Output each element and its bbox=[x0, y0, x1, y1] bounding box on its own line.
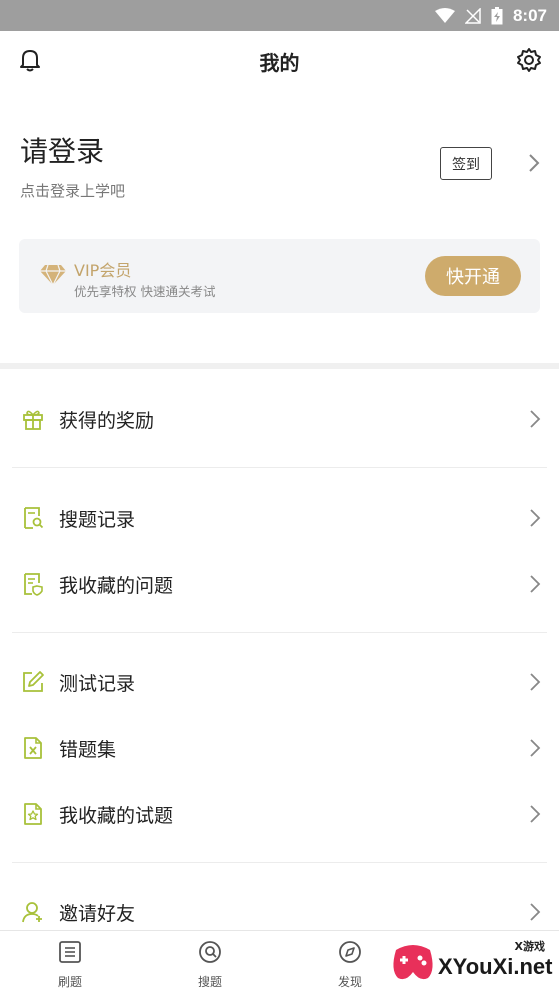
list-icon bbox=[59, 941, 81, 963]
vip-subtitle: 优先享特权 快速通关考试 bbox=[74, 284, 216, 299]
vip-open-button[interactable]: 快开通 bbox=[425, 256, 521, 296]
watermark-top-text: X游戏 bbox=[514, 940, 545, 953]
vip-card[interactable]: VIP会员 优先享特权 快速通关考试 快开通 bbox=[19, 239, 540, 313]
tab-label: 搜题 bbox=[197, 975, 222, 989]
wrong-file-icon bbox=[24, 737, 42, 759]
header: 我的 bbox=[0, 31, 559, 89]
menu-item-label: 搜题记录 bbox=[59, 509, 136, 531]
login-subtitle: 点击登录上学吧 bbox=[20, 182, 126, 200]
menu-item-label: 错题集 bbox=[59, 739, 117, 761]
tab-practice[interactable]: 刷题 bbox=[0, 931, 140, 994]
menu-item-label: 我收藏的问题 bbox=[59, 575, 174, 597]
tab-label: 刷题 bbox=[57, 975, 82, 989]
divider bbox=[12, 862, 547, 863]
menu-item-search-record[interactable]: 搜题记录 bbox=[0, 487, 559, 549]
chevron-right-icon bbox=[530, 673, 541, 691]
invite-friends-icon bbox=[22, 902, 42, 923]
divider bbox=[12, 632, 547, 633]
chevron-right-icon bbox=[530, 575, 541, 593]
divider bbox=[12, 467, 547, 468]
compass-icon bbox=[339, 941, 361, 963]
menu-item-favorite-questions[interactable]: 我收藏的问题 bbox=[0, 553, 559, 615]
watermark-main-text: XYouXi.net bbox=[438, 954, 553, 979]
battery-icon bbox=[491, 6, 503, 24]
gear-icon[interactable] bbox=[516, 47, 542, 73]
vip-title: VIP会员 bbox=[74, 261, 132, 280]
favorite-question-icon bbox=[24, 573, 43, 596]
status-icons: 8:07 bbox=[434, 0, 547, 31]
login-section[interactable]: 请登录 点击登录上学吧 签到 bbox=[0, 110, 559, 220]
search-record-icon bbox=[24, 507, 44, 529]
menu-item-label: 邀请好友 bbox=[59, 903, 136, 925]
menu-item-rewards[interactable]: 获得的奖励 bbox=[0, 388, 559, 450]
signal-icon bbox=[464, 7, 481, 24]
login-title[interactable]: 请登录 bbox=[20, 130, 104, 170]
chevron-right-icon bbox=[530, 509, 541, 527]
menu-item-label: 获得的奖励 bbox=[59, 410, 155, 432]
tab-search[interactable]: 搜题 bbox=[140, 931, 280, 994]
gamepad-logo-icon bbox=[393, 945, 433, 980]
chevron-right-icon[interactable] bbox=[524, 153, 544, 173]
chevron-right-icon bbox=[530, 903, 541, 921]
search-icon bbox=[199, 941, 221, 963]
status-bar: 8:07 bbox=[0, 0, 559, 31]
gift-icon bbox=[23, 410, 43, 430]
signin-button[interactable]: 签到 bbox=[440, 147, 492, 180]
menu-item-label: 我收藏的试题 bbox=[59, 805, 174, 827]
chevron-right-icon bbox=[530, 739, 541, 757]
page-title: 我的 bbox=[259, 51, 300, 75]
section-separator bbox=[0, 363, 559, 369]
favorite-test-icon bbox=[24, 803, 42, 825]
menu-item-label: 测试记录 bbox=[59, 673, 136, 695]
status-time: 8:07 bbox=[512, 5, 547, 25]
chevron-right-icon bbox=[530, 805, 541, 823]
menu-item-favorite-tests[interactable]: 我收藏的试题 bbox=[0, 783, 559, 845]
menu-item-wrong-questions[interactable]: 错题集 bbox=[0, 717, 559, 779]
menu-item-test-record[interactable]: 测试记录 bbox=[0, 651, 559, 713]
diamond-icon bbox=[40, 264, 66, 287]
chevron-right-icon bbox=[530, 410, 541, 428]
watermark: X游戏 XYouXi.net bbox=[388, 930, 559, 994]
edit-icon bbox=[23, 671, 44, 692]
wifi-icon bbox=[434, 7, 455, 23]
